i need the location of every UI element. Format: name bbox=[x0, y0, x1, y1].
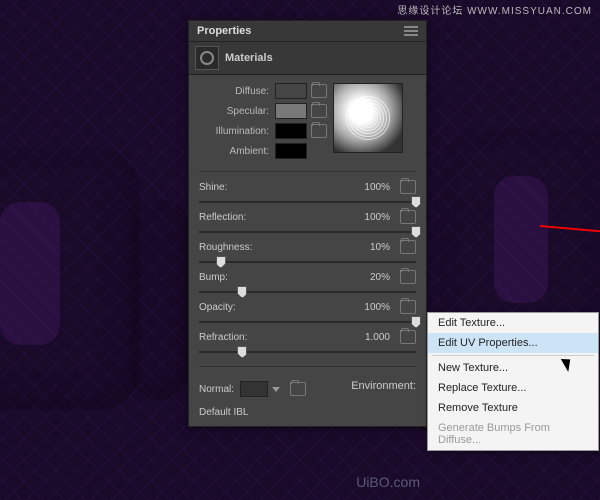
default-ibl-label: Default IBL bbox=[199, 407, 248, 418]
menu-generate-bumps: Generate Bumps From Diffuse... bbox=[428, 418, 598, 450]
materials-tab-icon[interactable] bbox=[195, 46, 219, 70]
normal-swatch[interactable] bbox=[240, 381, 268, 397]
menu-edit-uv-properties[interactable]: Edit UV Properties... bbox=[428, 333, 598, 353]
folder-icon[interactable] bbox=[400, 300, 416, 314]
folder-icon[interactable] bbox=[400, 270, 416, 284]
illumination-swatch[interactable] bbox=[275, 123, 307, 139]
panel-title: Properties bbox=[197, 25, 251, 37]
diffuse-swatch[interactable] bbox=[275, 83, 307, 99]
environment-label: Environment: bbox=[351, 380, 416, 392]
ambient-label: Ambient: bbox=[199, 146, 269, 157]
folder-icon[interactable] bbox=[311, 84, 327, 98]
cursor-icon bbox=[564, 356, 578, 374]
folder-icon[interactable] bbox=[400, 240, 416, 254]
panel-tabs: Materials bbox=[189, 42, 426, 75]
menu-replace-texture[interactable]: Replace Texture... bbox=[428, 378, 598, 398]
context-menu: Edit Texture... Edit UV Properties... Ne… bbox=[427, 312, 599, 451]
folder-icon[interactable] bbox=[290, 382, 306, 396]
illumination-label: Illumination: bbox=[199, 126, 269, 137]
roughness-slider[interactable]: Roughness:10% bbox=[199, 240, 416, 268]
watermark-top: 思缘设计论坛 WWW.MISSYUAN.COM bbox=[397, 2, 592, 17]
chevron-down-icon[interactable] bbox=[272, 387, 280, 392]
menu-edit-texture[interactable]: Edit Texture... bbox=[428, 313, 598, 333]
bump-slider[interactable]: Bump:20% bbox=[199, 270, 416, 298]
3d-object bbox=[0, 150, 140, 410]
shine-slider[interactable]: Shine:100% bbox=[199, 180, 416, 208]
specular-label: Specular: bbox=[199, 106, 269, 117]
material-preview[interactable] bbox=[333, 83, 403, 153]
3d-object bbox=[130, 200, 190, 400]
refraction-slider[interactable]: Refraction:1.000 bbox=[199, 330, 416, 358]
menu-remove-texture[interactable]: Remove Texture bbox=[428, 398, 598, 418]
diffuse-label: Diffuse: bbox=[199, 86, 269, 97]
folder-icon[interactable] bbox=[400, 330, 416, 344]
panel-menu-icon[interactable] bbox=[404, 26, 418, 36]
watermark-bottom: UiBO.com bbox=[356, 474, 420, 490]
folder-icon[interactable] bbox=[311, 124, 327, 138]
opacity-slider[interactable]: Opacity:100% bbox=[199, 300, 416, 328]
section-title: Materials bbox=[225, 52, 273, 64]
reflection-slider[interactable]: Reflection:100% bbox=[199, 210, 416, 238]
properties-panel: Properties Materials Diffuse: Specular: … bbox=[188, 20, 427, 427]
normal-label: Normal: bbox=[199, 384, 234, 395]
folder-icon[interactable] bbox=[311, 104, 327, 118]
specular-swatch[interactable] bbox=[275, 103, 307, 119]
folder-icon[interactable] bbox=[400, 180, 416, 194]
ambient-swatch[interactable] bbox=[275, 143, 307, 159]
panel-header[interactable]: Properties bbox=[189, 21, 426, 42]
folder-icon[interactable] bbox=[400, 210, 416, 224]
